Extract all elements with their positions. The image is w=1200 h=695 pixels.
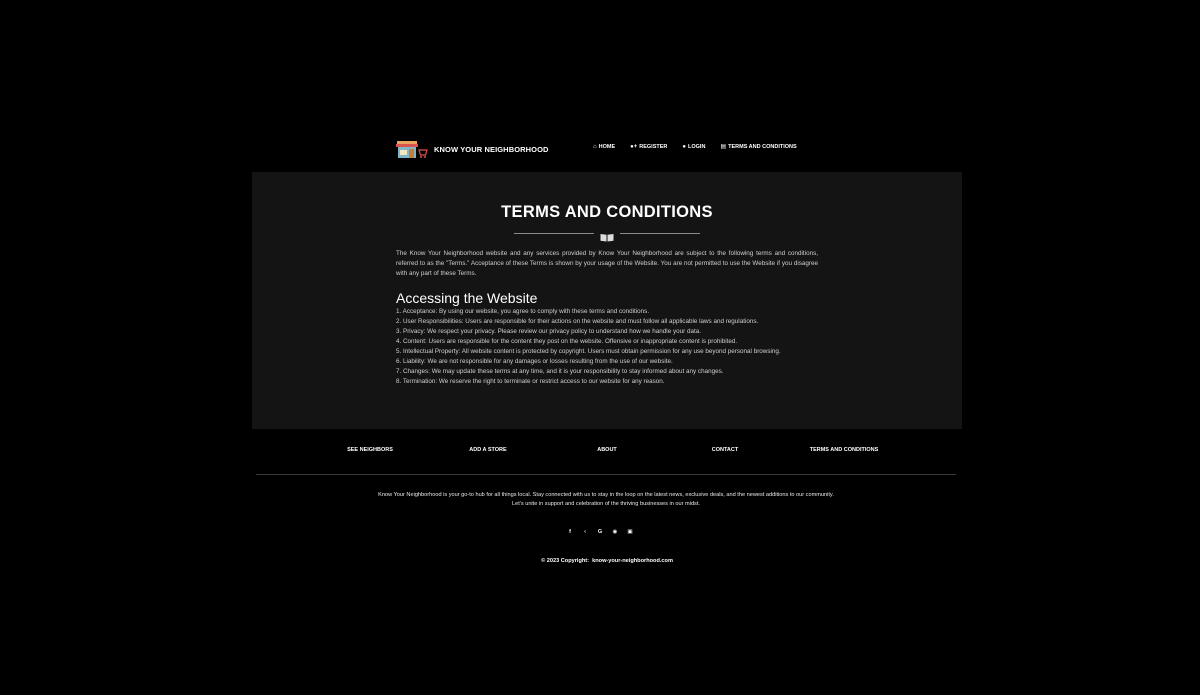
brand-link[interactable]: KNOW YOUR NEIGHBORHOOD: [396, 138, 549, 160]
footer-link-see-neighbors[interactable]: SEE NEIGHBORS: [347, 447, 393, 453]
footer-link-about[interactable]: ABOUT: [597, 447, 617, 453]
list-item: 1. Acceptance: By using our website, you…: [396, 308, 650, 315]
twitter-icon[interactable]: ‹: [581, 528, 589, 536]
terms-intro: The Know Your Neighborhood website and a…: [396, 250, 818, 277]
footer-divider: [256, 474, 956, 475]
brand-name: KNOW YOUR NEIGHBORHOOD: [434, 144, 549, 154]
nav-terms-label: TERMS AND CONDITIONS: [728, 144, 797, 150]
nav-home-label: HOME: [598, 144, 616, 150]
nav-register-label: REGISTER: [639, 144, 668, 150]
user-icon: ●: [682, 144, 687, 150]
copyright: © 2023 Copyright: know-your-neighborhood…: [0, 558, 1200, 564]
footer-about-text: Know Your Neighborhood is your go-to hub…: [378, 492, 834, 507]
terms-card: TERMS AND CONDITIONS The Know Your Neigh…: [252, 172, 962, 429]
copyright-prefix: © 2023 Copyright:: [541, 558, 590, 564]
section-heading: Accessing the Website: [396, 290, 538, 306]
home-icon: ⌂: [593, 144, 597, 150]
footer-link-contact[interactable]: CONTACT: [712, 447, 738, 453]
page-title: TERMS AND CONDITIONS: [501, 203, 713, 221]
footer-links: SEE NEIGHBORS ADD A STORE ABOUT CONTACT …: [0, 447, 1200, 457]
nav-register[interactable]: ●+ REGISTER: [630, 144, 667, 150]
storefront-logo-icon: [396, 139, 428, 159]
instagram-icon[interactable]: ◉: [611, 528, 619, 536]
nav-terms[interactable]: ▤ TERMS AND CONDITIONS: [720, 144, 796, 150]
nav-login[interactable]: ● LOGIN: [682, 144, 705, 150]
list-item: 6. Liability: We are not responsible for…: [396, 358, 673, 365]
user-plus-icon: ●+: [630, 144, 638, 150]
list-item: 3. Privacy: We respect your privacy. Ple…: [396, 328, 701, 335]
divider-line-right: [620, 233, 700, 234]
social-links: f ‹ G ◉ ▣: [566, 528, 634, 536]
list-item: 8. Termination: We reserve the right to …: [396, 378, 665, 385]
copyright-site-link[interactable]: know-your-neighborhood.com: [592, 558, 673, 564]
footer-link-add-store[interactable]: ADD A STORE: [469, 447, 506, 453]
linkedin-icon[interactable]: ▣: [626, 528, 634, 536]
nav-home[interactable]: ⌂ HOME: [593, 144, 615, 150]
nav-login-label: LOGIN: [688, 144, 706, 150]
rules-list: 1. Acceptance: By using our website, you…: [396, 307, 818, 387]
title-divider: [514, 229, 700, 242]
terms-content: The Know Your Neighborhood website and a…: [396, 249, 818, 387]
navbar: KNOW YOUR NEIGHBORHOOD ⌂ HOME ●+ REGISTE…: [396, 138, 816, 160]
divider-line-left: [514, 233, 594, 234]
list-item: 4. Content: Users are responsible for th…: [396, 338, 738, 345]
google-icon[interactable]: G: [596, 528, 604, 536]
list-item: 7. Changes: We may update these terms at…: [396, 368, 724, 375]
nav-links: ⌂ HOME ●+ REGISTER ● LOGIN ▤ TERMS AND C…: [593, 144, 797, 150]
document-icon: ▤: [720, 144, 727, 150]
footer-link-terms[interactable]: TERMS AND CONDITIONS: [810, 447, 879, 453]
list-item: 2. User Responsibilities: Users are resp…: [396, 318, 759, 325]
facebook-icon[interactable]: f: [566, 528, 574, 536]
book-icon: [600, 229, 614, 242]
list-item: 5. Intellectual Property: All website co…: [396, 348, 781, 355]
